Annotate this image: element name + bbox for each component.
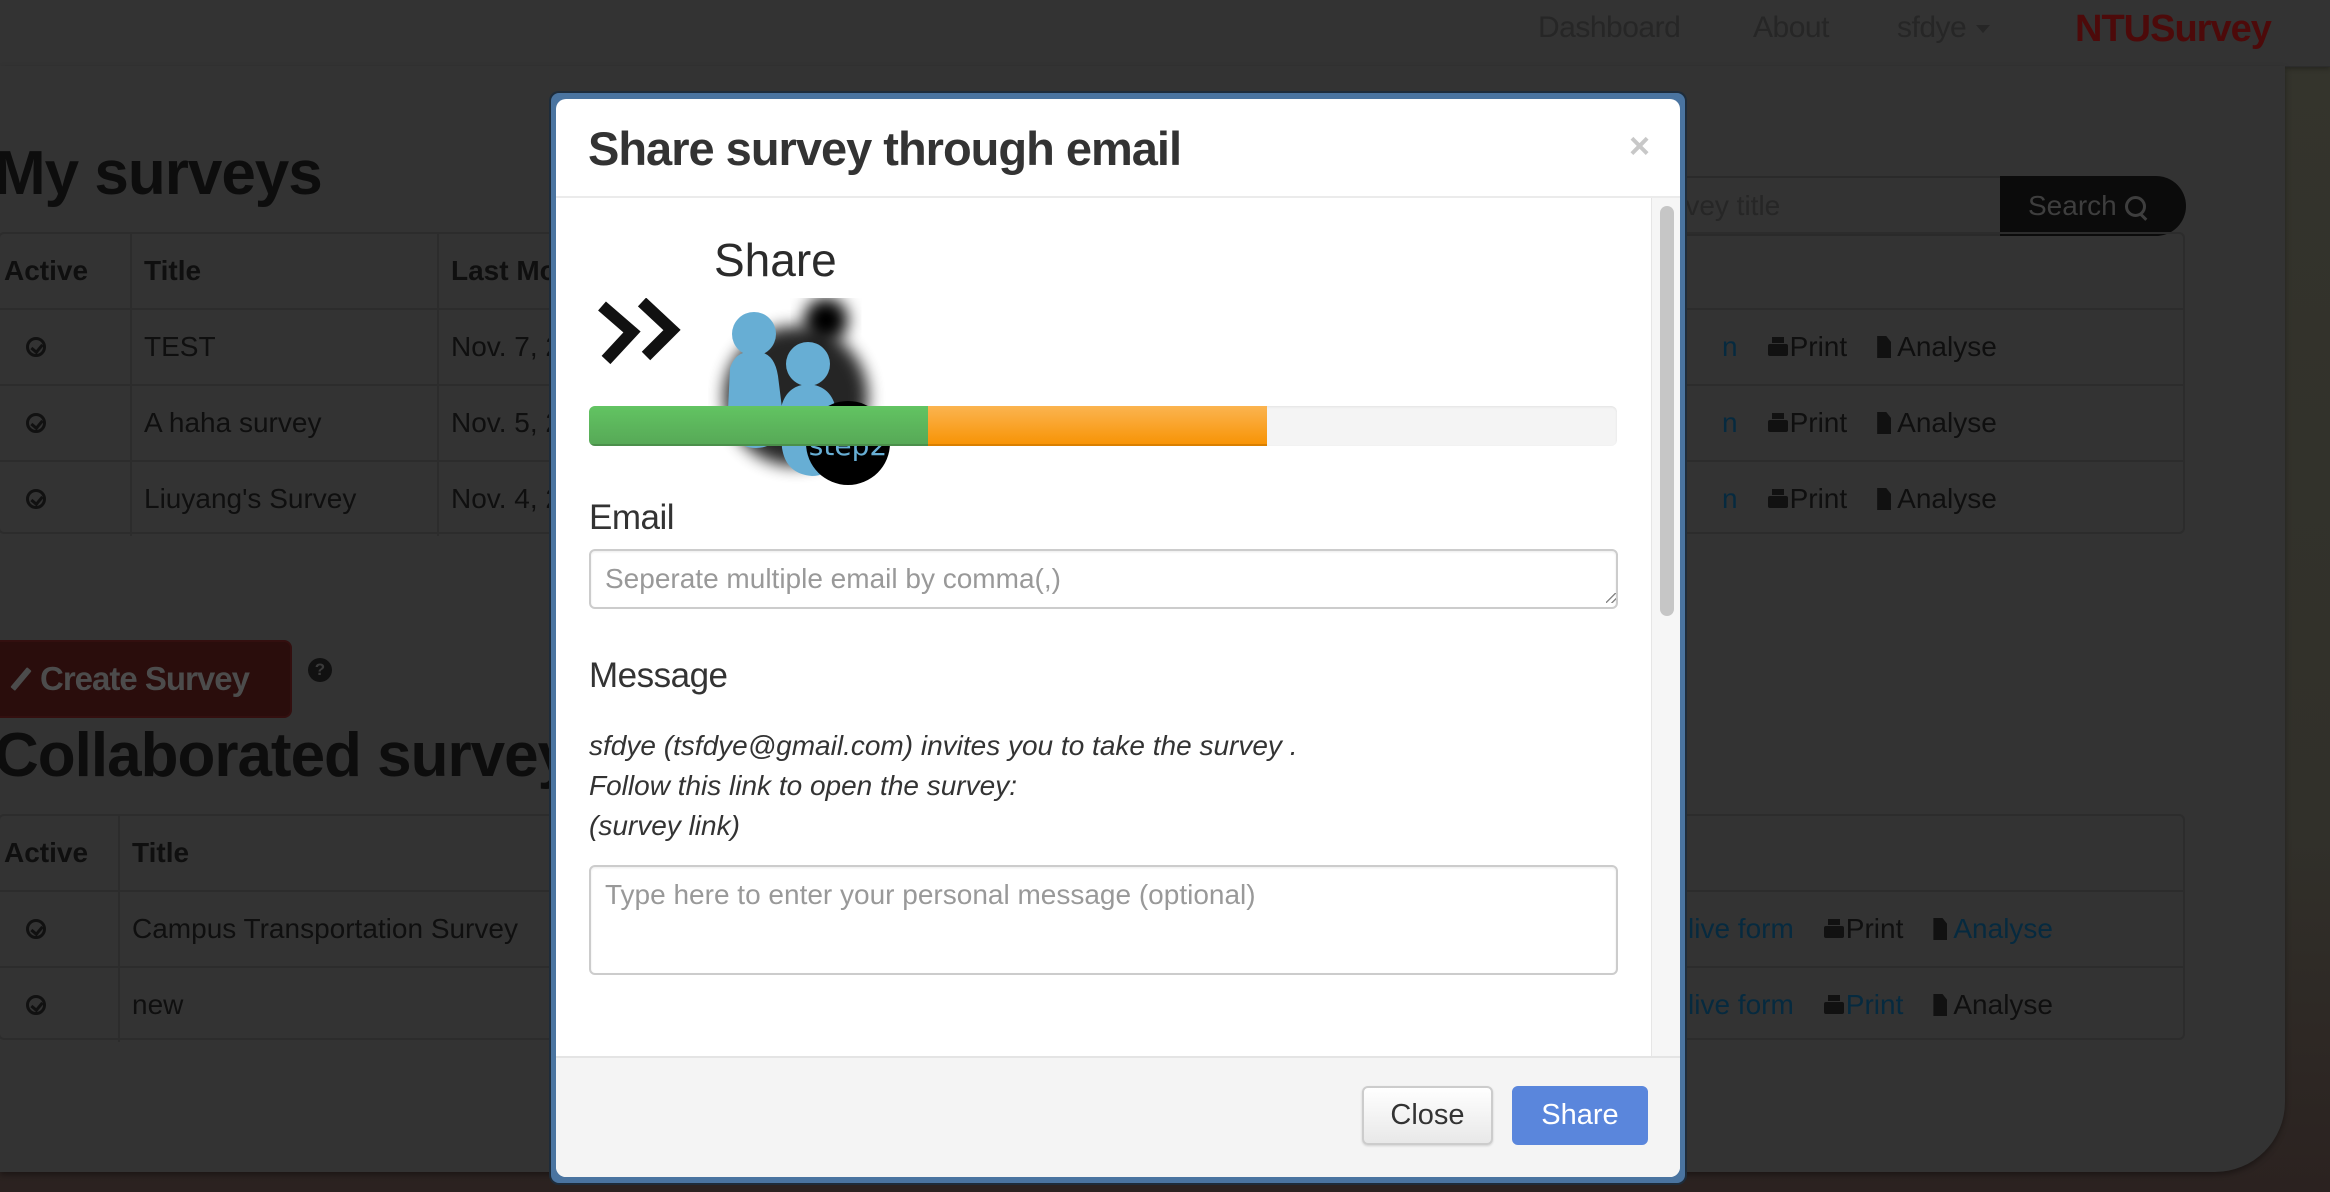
message-line: Follow this link to open the survey: xyxy=(589,770,1017,801)
pencil-icon xyxy=(10,667,32,691)
resize-grip-icon[interactable] xyxy=(1606,593,1616,603)
live-form-link[interactable]: live form xyxy=(1688,913,1794,945)
modal-footer: Close Share xyxy=(556,1056,1680,1177)
column-header-active: Active xyxy=(4,255,89,286)
modal-title: Share survey through email xyxy=(588,122,1182,175)
analyse-link[interactable]: Analyse xyxy=(1933,913,2053,945)
personal-message-field[interactable] xyxy=(589,865,1618,975)
my-surveys-heading: My surveys xyxy=(0,139,323,208)
close-button[interactable]: Close xyxy=(1362,1086,1493,1145)
survey-modified: Nov. 7, 2 xyxy=(451,331,561,362)
file-icon xyxy=(1877,336,1892,358)
print-link[interactable]: Print xyxy=(1823,989,1903,1021)
progress-segment-step2 xyxy=(928,406,1268,446)
print-icon xyxy=(1823,919,1844,939)
active-check-icon xyxy=(26,489,46,509)
email-field[interactable] xyxy=(589,549,1618,609)
share-button[interactable]: Share xyxy=(1512,1086,1648,1145)
modal-header: Share survey through email × xyxy=(556,99,1680,198)
search-button-label: Search xyxy=(2028,190,2117,221)
column-header-active: Active xyxy=(4,837,89,868)
share-modal-frame: Share survey through email × Share ste xyxy=(551,93,1685,1183)
print-link[interactable]: Print xyxy=(1767,407,1847,439)
message-line: (survey link) xyxy=(589,810,740,841)
print-icon xyxy=(1823,995,1844,1015)
print-icon xyxy=(1767,337,1788,357)
create-survey-label: Create Survey xyxy=(40,660,250,697)
analyse-link[interactable]: Analyse xyxy=(1877,331,1997,363)
live-form-link[interactable]: n xyxy=(1722,407,1738,439)
search-button[interactable]: Search xyxy=(2000,176,2186,236)
print-link[interactable]: Print xyxy=(1767,331,1847,363)
progress-bar xyxy=(589,406,1617,446)
survey-modified: Nov. 5, 2 xyxy=(451,407,561,438)
file-icon xyxy=(1933,918,1948,940)
close-icon[interactable]: × xyxy=(1629,125,1650,167)
scrollbar-thumb[interactable] xyxy=(1660,206,1674,616)
survey-title: A haha survey xyxy=(144,407,322,438)
nav-about[interactable]: About xyxy=(1753,11,1829,45)
message-label: Message xyxy=(589,656,728,695)
analyse-link[interactable]: Analyse xyxy=(1933,989,2053,1021)
file-icon xyxy=(1877,488,1892,510)
share-modal: Share survey through email × Share ste xyxy=(556,99,1680,1177)
analyse-link[interactable]: Analyse xyxy=(1877,483,1997,515)
create-survey-button[interactable]: Create Survey xyxy=(0,640,292,718)
modal-scrollbar[interactable] xyxy=(1651,198,1680,1056)
survey-title: new xyxy=(132,989,184,1020)
search-placeholder: rvey title xyxy=(1676,190,1781,221)
active-check-icon xyxy=(26,413,46,433)
survey-modified: Nov. 4, 2 xyxy=(451,483,561,514)
file-icon xyxy=(1933,994,1948,1016)
print-icon xyxy=(1767,413,1788,433)
live-form-link[interactable]: n xyxy=(1722,331,1738,363)
file-icon xyxy=(1877,412,1892,434)
column-header-title: Title xyxy=(144,255,202,286)
email-label: Email xyxy=(589,498,675,537)
survey-title: TEST xyxy=(144,331,216,362)
user-menu-label: sfdye xyxy=(1897,11,1967,44)
navbar: Dashboard About sfdye NTUSurvey xyxy=(0,0,2330,67)
survey-title: Campus Transportation Survey xyxy=(132,913,518,944)
column-header-title: Title xyxy=(132,837,190,868)
active-check-icon xyxy=(26,919,46,939)
modal-body: Share step2 Email xyxy=(556,198,1652,1056)
search-icon xyxy=(2124,195,2146,217)
brand-logo[interactable]: NTUSurvey xyxy=(2075,8,2272,51)
message-line: sfdye (tsfdye@gmail.com) invites you to … xyxy=(589,730,1298,761)
analyse-link[interactable]: Analyse xyxy=(1877,407,1997,439)
print-icon xyxy=(1767,489,1788,509)
print-link[interactable]: Print xyxy=(1767,483,1847,515)
print-link[interactable]: Print xyxy=(1823,913,1903,945)
active-check-icon xyxy=(26,995,46,1015)
search-input[interactable]: rvey title xyxy=(1650,176,2002,236)
progress-segment-step1 xyxy=(589,406,929,446)
active-check-icon xyxy=(26,337,46,357)
collaborated-surveys-heading: Collaborated surveys xyxy=(0,721,606,790)
people-icon: step2 xyxy=(724,298,890,485)
share-caption: Share xyxy=(714,234,837,286)
caret-down-icon xyxy=(1976,25,1991,34)
user-menu[interactable]: sfdye xyxy=(1897,11,1991,45)
live-form-link[interactable]: live form xyxy=(1688,989,1794,1021)
live-form-link[interactable]: n xyxy=(1722,483,1738,515)
nav-dashboard[interactable]: Dashboard xyxy=(1538,11,1681,45)
survey-title: Liuyang's Survey xyxy=(144,483,357,514)
double-chevron-icon xyxy=(598,298,681,365)
help-icon[interactable]: ? xyxy=(308,658,332,682)
